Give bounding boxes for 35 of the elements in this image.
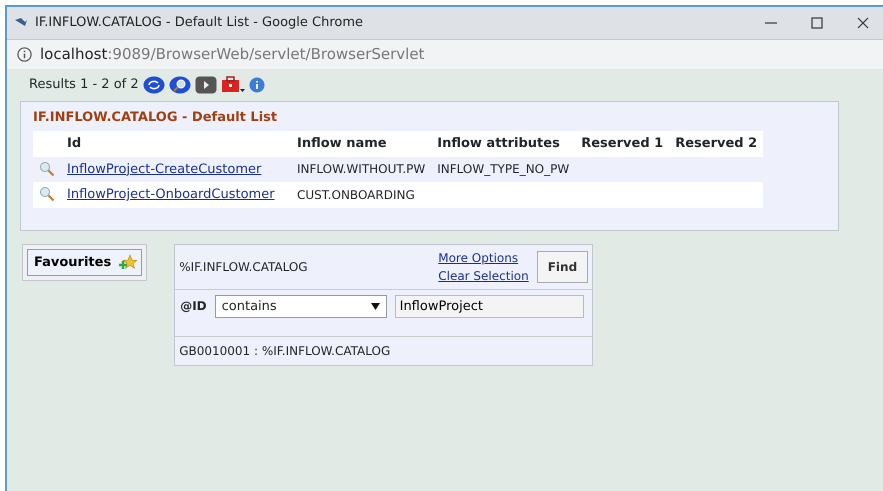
column-header: Inflow name [291,131,432,156]
table-cell: CUST.ONBOARDING [297,188,415,202]
column-header: Reserved 2 [669,131,764,156]
option-link[interactable]: More Options [438,248,518,266]
find-button[interactable]: Find [536,250,588,282]
column-header: Id [61,131,291,156]
search-icon[interactable] [168,76,191,94]
search-name: %IF.INFLOW.CATALOG [179,258,308,276]
bird-icon [15,18,27,28]
info-icon[interactable] [248,76,265,93]
column-header: Reserved 1 [575,131,670,156]
maximize-icon[interactable] [811,17,823,29]
row-link[interactable]: InflowProject-OnboardCustomer [67,187,275,202]
close-icon[interactable] [857,17,869,29]
play-icon[interactable] [194,76,217,94]
row-link[interactable]: InflowProject-CreateCustomer [67,162,262,176]
table-cell: INFLOW.WITHOUT.PW [297,162,426,176]
operator-dropdown[interactable]: contains [214,294,387,318]
info-icon[interactable] [17,47,32,62]
field-label: @ID [180,298,207,314]
option-link[interactable]: Clear Selection [438,266,529,284]
toolbox-icon[interactable] [220,76,245,94]
search-footer: GB0010001 : %IF.INFLOW.CATALOG [175,337,592,365]
favourites-button[interactable]: Favourites [27,248,142,276]
refresh-icon[interactable] [142,76,165,94]
table-cell: INFLOW_TYPE_NO_PW [437,162,570,176]
star-plus-icon [119,254,138,271]
magnifier-icon[interactable] [39,186,55,202]
magnifier-icon[interactable] [39,160,55,177]
value-field[interactable]: InflowProject [394,294,584,318]
window-title: IF.INFLOW.CATALOG - Default List - Google Chrome [35,14,364,32]
results-count: Results 1 - 2 of 2 [29,76,139,94]
dropdown-arrow-icon [370,302,380,310]
list-title: IF.INFLOW.CATALOG - Default List [33,108,278,126]
column-header: Inflow attributes [431,131,576,156]
